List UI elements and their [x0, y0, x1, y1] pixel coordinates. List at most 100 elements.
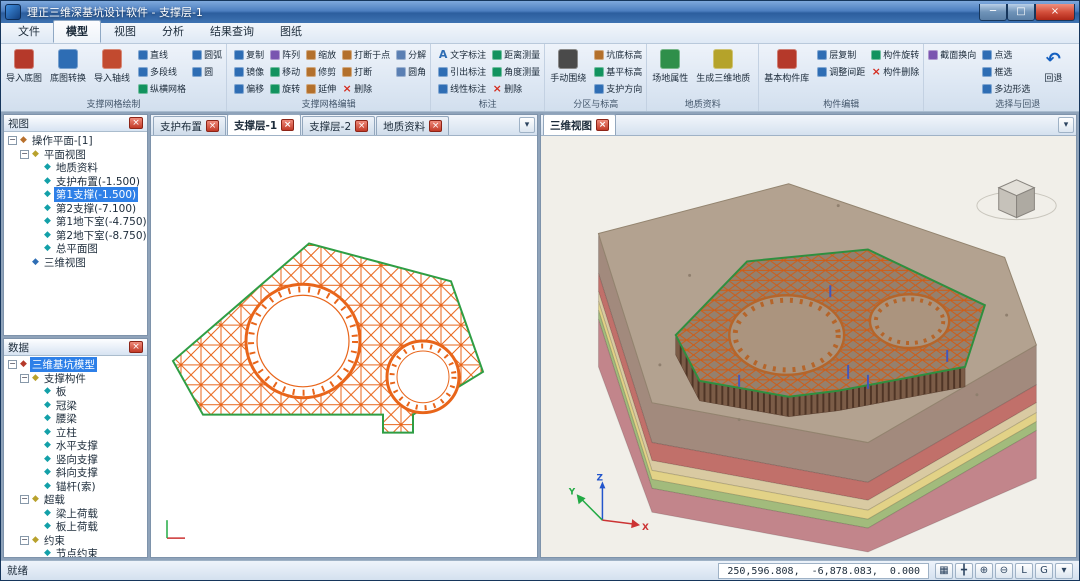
menu-tab-analysis[interactable]: 分析	[149, 20, 197, 43]
plan-canvas[interactable]	[151, 136, 537, 557]
expander-icon[interactable]	[20, 536, 29, 545]
erase-button[interactable]: ×删除	[340, 80, 392, 97]
snap-toggle-icon[interactable]: ╋	[955, 563, 973, 579]
view-options-icon[interactable]: ▾	[1055, 563, 1073, 579]
close-tab-brace-layer-1-icon[interactable]: ×	[281, 119, 294, 131]
trim-button[interactable]: 修剪	[304, 63, 338, 80]
doc-tab-support-layout[interactable]: 支护布置×	[153, 116, 226, 135]
site-properties-button[interactable]: 场地属性	[649, 46, 691, 85]
extend-button[interactable]: 延伸	[304, 80, 338, 97]
break-button[interactable]: 打断	[340, 63, 392, 80]
tree-item-diagonal-brace[interactable]: ◆斜向支撑	[4, 466, 147, 480]
copy-button[interactable]: 复制	[232, 46, 266, 63]
doc-tab-brace-layer-1[interactable]: 支撑层-1×	[227, 114, 301, 135]
support-direction-button[interactable]: 支护方向	[592, 80, 644, 97]
basemap-convert-button[interactable]: 底图转换	[47, 46, 89, 85]
tree-item-support-layout-view[interactable]: ◆支护布置(-1.500)	[4, 175, 147, 189]
grid-toggle-icon[interactable]: ▦	[935, 563, 953, 579]
layer-copy-button[interactable]: 层复制	[815, 46, 867, 63]
angle-measure-button[interactable]: 角度测量	[490, 63, 542, 80]
close-tab-support-layout-icon[interactable]: ×	[206, 120, 219, 132]
component-delete-button[interactable]: ×构件删除	[869, 63, 921, 80]
tree-item-brace-components[interactable]: ◆支撑构件	[4, 372, 147, 386]
tree-item-horizontal-brace[interactable]: ◆水平支撑	[4, 439, 147, 453]
leveling-elevation-button[interactable]: 基平标高	[592, 63, 644, 80]
pit-bottom-elevation-button[interactable]: 坑底标高	[592, 46, 644, 63]
tree-item-basement-2-view[interactable]: ◆第2地下室(-8.750)	[4, 229, 147, 243]
view-cube[interactable]	[977, 180, 1056, 220]
manual-enclose-button[interactable]: 手动围绕	[547, 46, 589, 85]
adjust-spacing-button[interactable]: 调整间距	[815, 63, 867, 80]
doc-tab-three-d-view[interactable]: 三维视图×	[543, 114, 616, 135]
undo-button[interactable]: ↶回退	[1035, 46, 1071, 85]
point-select-button[interactable]: 点选	[980, 46, 1032, 63]
maximize-button[interactable]: □	[1007, 4, 1035, 21]
draw-arc-button[interactable]: 圆弧	[190, 46, 224, 63]
rotate-button[interactable]: 旋转	[268, 80, 302, 97]
tree-item-beam-load[interactable]: ◆梁上荷载	[4, 507, 147, 521]
expander-icon[interactable]	[20, 374, 29, 383]
tree-item-anchor-rod[interactable]: ◆锚杆(索)	[4, 480, 147, 494]
array-button[interactable]: 阵列	[268, 46, 302, 63]
tree-item-pit-model-root[interactable]: ◆三维基坑模型	[4, 358, 147, 372]
expander-icon[interactable]	[8, 136, 17, 145]
import-basemap-button[interactable]: 导入底图	[3, 46, 45, 85]
redo-button[interactable]: ↷重做	[1073, 46, 1079, 85]
linear-annotation-button[interactable]: 线性标注	[436, 80, 488, 97]
scale-button[interactable]: 缩放	[304, 46, 338, 63]
polygon-select-button[interactable]: 多边形选	[980, 80, 1032, 97]
viewport3d-tabs-menu-icon[interactable]: ▾	[1058, 117, 1074, 133]
doc-tabs-menu-icon[interactable]: ▾	[519, 117, 535, 133]
mirror-button[interactable]: 镜像	[232, 63, 266, 80]
tree-item-slab-load[interactable]: ◆板上荷载	[4, 520, 147, 534]
zoom-in-icon[interactable]: ⊕	[975, 563, 993, 579]
tree-item-constraints[interactable]: ◆约束	[4, 534, 147, 548]
break-at-point-button[interactable]: 打断于点	[340, 46, 392, 63]
close-data-panel-icon[interactable]: ×	[129, 341, 143, 353]
menu-tab-drawings[interactable]: 图纸	[267, 20, 315, 43]
tree-item-three-d-view-node[interactable]: ◆三维视图	[4, 256, 147, 270]
tree-item-surcharge[interactable]: ◆超载	[4, 493, 147, 507]
draw-polyline-button[interactable]: 多段线	[136, 63, 188, 80]
tree-item-crown-beam[interactable]: ◆冠梁	[4, 399, 147, 413]
draw-circle-button[interactable]: 圆	[190, 63, 224, 80]
close-tab-brace-layer-2-icon[interactable]: ×	[355, 120, 368, 132]
menu-tab-model[interactable]: 模型	[53, 20, 101, 43]
layer-toggle-icon[interactable]: L	[1015, 563, 1033, 579]
distance-measure-button[interactable]: 距离测量	[490, 46, 542, 63]
box-select-button[interactable]: 框选	[980, 63, 1032, 80]
doc-tab-geology-data[interactable]: 地质资料×	[376, 116, 449, 135]
viewport-3d-canvas[interactable]: Z Y X	[541, 136, 1076, 557]
leader-annotation-button[interactable]: 引出标注	[436, 63, 488, 80]
close-tab-geology-data-icon[interactable]: ×	[429, 120, 442, 132]
import-axes-button[interactable]: 导入轴线	[91, 46, 133, 85]
expander-icon[interactable]	[20, 150, 29, 159]
text-annotation-button[interactable]: A文字标注	[436, 46, 488, 63]
group-toggle-icon[interactable]: G	[1035, 563, 1053, 579]
offset-button[interactable]: 偏移	[232, 80, 266, 97]
tree-item-brace-2-view[interactable]: ◆第2支撑(-7.100)	[4, 202, 147, 216]
expander-icon[interactable]	[20, 495, 29, 504]
close-button[interactable]: ×	[1035, 4, 1075, 21]
minimize-button[interactable]: ─	[979, 4, 1007, 21]
close-tab-three-d-view-icon[interactable]: ×	[596, 119, 609, 131]
menu-tab-view[interactable]: 视图	[101, 20, 149, 43]
close-view-panel-icon[interactable]: ×	[129, 117, 143, 129]
ortho-grid-button[interactable]: 纵横网格	[136, 80, 188, 97]
component-rotate-button[interactable]: 构件旋转	[869, 46, 921, 63]
move-button[interactable]: 移动	[268, 63, 302, 80]
expander-icon[interactable]	[8, 360, 17, 369]
tree-item-vertical-brace[interactable]: ◆竖向支撑	[4, 453, 147, 467]
section-reverse-button[interactable]: 截面换向	[926, 46, 978, 63]
tree-item-site-plan-view[interactable]: ◆总平面图	[4, 242, 147, 256]
tree-item-geology-data-view[interactable]: ◆地质资料	[4, 161, 147, 175]
tree-item-plan-views[interactable]: ◆平面视图	[4, 148, 147, 162]
tree-item-column[interactable]: ◆立柱	[4, 426, 147, 440]
doc-tab-brace-layer-2[interactable]: 支撑层-2×	[302, 116, 375, 135]
fillet-button[interactable]: 圆角	[394, 63, 428, 80]
tree-item-node-constraint[interactable]: ◆节点约束	[4, 547, 147, 557]
zoom-out-icon[interactable]: ⊖	[995, 563, 1013, 579]
tree-item-waist-beam[interactable]: ◆腰梁	[4, 412, 147, 426]
tree-item-operation-plane[interactable]: ◆操作平面-[1]	[4, 134, 147, 148]
tree-item-slab[interactable]: ◆板	[4, 385, 147, 399]
